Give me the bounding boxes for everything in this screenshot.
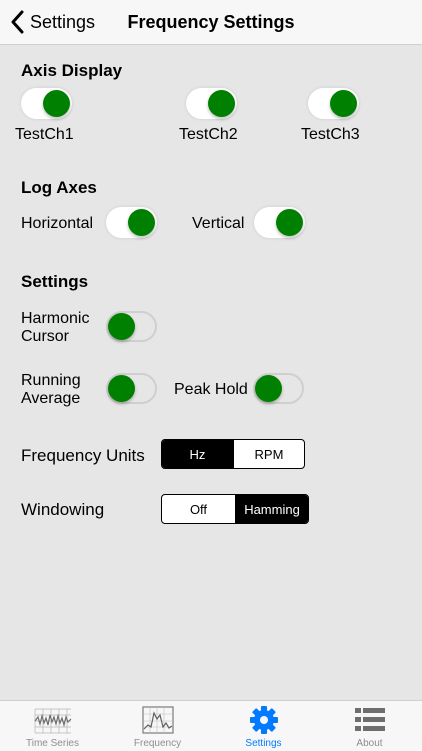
time-series-icon	[34, 708, 71, 734]
windowing-hamming[interactable]: Hamming	[235, 495, 308, 523]
testch2-toggle[interactable]	[186, 88, 237, 119]
page-title: Frequency Settings	[127, 12, 295, 32]
peak-hold-label: Peak Hold	[174, 381, 248, 398]
testch3-toggle[interactable]	[308, 88, 359, 119]
frequency-units-hz[interactable]: Hz	[162, 440, 233, 468]
peak-hold-toggle[interactable]	[253, 373, 304, 404]
testch2-label: TestCh2	[179, 126, 238, 143]
toggle-knob	[108, 375, 135, 402]
running-average-label-line1: Running	[21, 372, 81, 389]
frequency-units-rpm[interactable]: RPM	[233, 440, 304, 468]
running-average-label-line2: Average	[21, 390, 81, 407]
horizontal-label: Horizontal	[21, 215, 94, 232]
toggle-knob	[276, 209, 303, 236]
toggle-knob	[108, 313, 135, 340]
tab-settings[interactable]: Settings	[211, 701, 316, 751]
horizontal-log-toggle[interactable]	[106, 207, 157, 238]
tab-bar: Time Series Frequency Settings About	[0, 700, 422, 751]
tab-about-label: About	[356, 738, 383, 749]
tab-time-series-label: Time Series	[26, 738, 79, 749]
harmonic-cursor-label-line2: Cursor	[21, 328, 70, 345]
testch1-toggle[interactable]	[21, 88, 72, 119]
tab-about[interactable]: About	[317, 701, 422, 751]
log-axes-heading: Log Axes	[21, 178, 97, 197]
testch3-label: TestCh3	[301, 126, 360, 143]
tab-settings-label: Settings	[245, 738, 282, 749]
toggle-knob	[128, 209, 155, 236]
windowing-off[interactable]: Off	[162, 495, 235, 523]
tab-time-series[interactable]: Time Series	[0, 701, 105, 751]
windowing-label: Windowing	[21, 500, 105, 519]
list-icon	[354, 708, 385, 731]
vertical-label: Vertical	[192, 215, 245, 232]
toggle-knob	[255, 375, 282, 402]
navigation-bar: Settings Frequency Settings	[0, 0, 422, 45]
vertical-log-toggle[interactable]	[254, 207, 305, 238]
toggle-knob	[330, 90, 357, 117]
frequency-units-label: Frequency Units	[21, 446, 145, 465]
axis-display-heading: Axis Display	[21, 61, 123, 80]
settings-heading: Settings	[21, 272, 89, 291]
frequency-icon	[141, 706, 174, 734]
frequency-units-segmented: Hz RPM	[161, 439, 305, 469]
windowing-segmented: Off Hamming	[161, 494, 309, 524]
gear-icon	[249, 706, 278, 734]
running-average-toggle[interactable]	[106, 373, 157, 404]
harmonic-cursor-label-line1: Harmonic	[21, 310, 90, 327]
toggle-knob	[208, 90, 235, 117]
tab-frequency-label: Frequency	[133, 738, 182, 749]
toggle-knob	[43, 90, 70, 117]
tab-frequency[interactable]: Frequency	[105, 701, 210, 751]
harmonic-cursor-toggle[interactable]	[106, 311, 157, 342]
testch1-label: TestCh1	[15, 126, 74, 143]
